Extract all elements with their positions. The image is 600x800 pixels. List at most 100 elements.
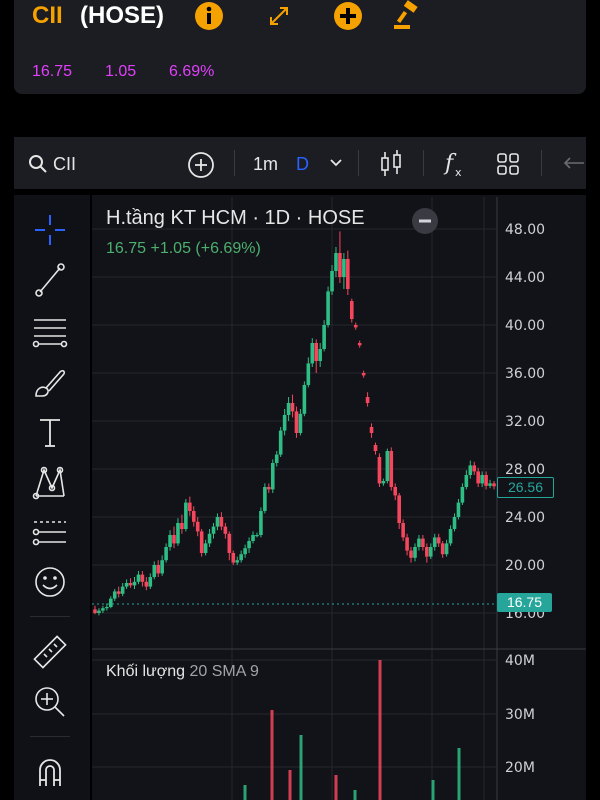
y-tick-label: 32.00 [505, 414, 545, 430]
candle-body [409, 550, 413, 558]
candle-body [191, 511, 196, 522]
y-tick-label: 36.00 [505, 366, 545, 382]
candle-body [480, 475, 484, 484]
candle-body [227, 533, 232, 553]
y-tick-label: 28.00 [505, 462, 545, 478]
candle-body [397, 495, 401, 523]
y-tick-label: 20.00 [505, 558, 545, 574]
candle-body [330, 271, 334, 292]
volume-bar [270, 710, 274, 800]
candle-body [148, 577, 153, 587]
candle-body [132, 581, 137, 586]
volume-bar [431, 780, 435, 800]
candle-body [219, 517, 224, 527]
volume-tick-label: 30M [505, 707, 535, 723]
current-price-tag: 26.56 [497, 477, 554, 498]
candle-body [120, 586, 125, 594]
candle-body [361, 373, 366, 376]
candle-body [448, 529, 453, 544]
candle-body [112, 591, 117, 599]
volume-bar [334, 775, 338, 800]
candle-body [128, 583, 133, 586]
volume-bar [353, 790, 357, 800]
candle-body [278, 430, 283, 455]
candle-body [421, 538, 425, 547]
volume-bar [243, 785, 247, 800]
candle-body [286, 403, 291, 415]
candle-body [401, 523, 405, 538]
candle-body [270, 463, 275, 490]
volume-params: 20 SMA 9 [189, 663, 259, 680]
collapse-legend-icon[interactable] [411, 207, 439, 235]
volume-bar [288, 770, 292, 800]
volume-bar [457, 748, 461, 800]
candle-body [184, 502, 188, 529]
y-tick-label: 24.00 [505, 510, 545, 526]
y-tick-label: 44.00 [505, 270, 545, 286]
candle-body [255, 535, 259, 537]
candle-body [393, 487, 398, 496]
candle-body [440, 543, 445, 555]
candle-body [211, 526, 216, 534]
candle-body [306, 363, 311, 385]
candle-body [267, 487, 271, 490]
candle-body [452, 517, 457, 529]
volume-title: Khối lượng 20 SMA 9 [106, 663, 259, 681]
candle-body [259, 511, 263, 535]
candle-body [326, 291, 330, 325]
candle-body [152, 565, 157, 577]
candlestick-chart[interactable]: 48.00 44.00 40.00 36.00 32.00 28.00 24.00 20.00… [0, 0, 600, 800]
candle-body [180, 523, 184, 529]
candle-body [369, 427, 374, 433]
candle-body [164, 547, 168, 561]
candle-body [168, 535, 172, 547]
candle-body [97, 610, 101, 613]
candle-body [405, 537, 409, 551]
candle-body [432, 537, 437, 547]
candle-body [444, 543, 449, 555]
last-price-tag: 16.75 [497, 593, 552, 612]
candle-body [144, 581, 149, 587]
candle-body [472, 465, 477, 472]
candle-body [425, 547, 429, 557]
candle-body [436, 537, 441, 544]
candle-body [176, 523, 180, 544]
candle-body [314, 343, 319, 361]
candle-body [385, 451, 390, 481]
candle-body [207, 533, 212, 544]
candle-body [413, 547, 417, 558]
chart-quote: 16.75 +1.05 (+6.69%) [106, 240, 261, 257]
candle-body [468, 465, 473, 475]
candle-body [160, 560, 164, 574]
candle-body [389, 451, 394, 487]
candle-body [492, 483, 496, 487]
candle-body [263, 487, 267, 511]
candle-body [417, 538, 421, 547]
candle-body [231, 553, 236, 563]
candle-body [124, 583, 129, 587]
chart-title: H.tầng KT HCM · 1D · HOSE [106, 207, 365, 229]
candle-body [318, 349, 322, 361]
candle-body [365, 397, 370, 403]
candle-body [464, 475, 469, 487]
candle-body [251, 535, 255, 541]
candle-body [105, 607, 109, 609]
candle-body [302, 385, 307, 414]
volume-tick-label: 20M [505, 760, 535, 776]
candle-body [172, 535, 176, 544]
candle-body [188, 502, 192, 511]
candle-body [357, 343, 362, 346]
candle-body [353, 325, 358, 328]
candle-body [428, 547, 433, 557]
candle-body [243, 548, 247, 555]
candle-body [334, 253, 338, 271]
candle-body [377, 457, 382, 484]
volume-tick-label: 40M [505, 653, 535, 669]
candle-body [456, 502, 461, 517]
candle-body [294, 411, 299, 433]
candle-body [381, 481, 386, 484]
candle-body [488, 483, 492, 486]
candle-body [156, 565, 161, 574]
candle-body [239, 554, 243, 561]
candle-body [215, 517, 220, 527]
